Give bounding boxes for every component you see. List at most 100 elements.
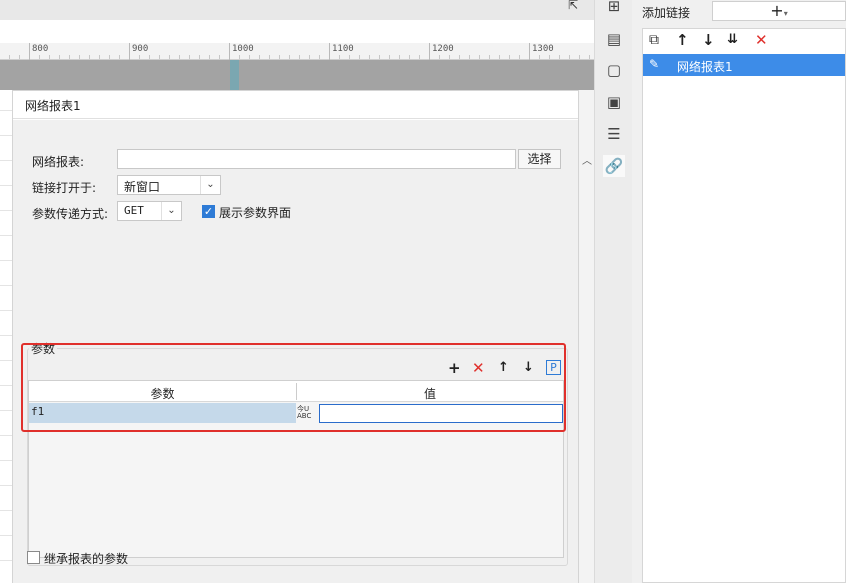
dialog-title-bar: 网络报表1 [13,91,578,119]
ruler-minor-tick [39,55,40,59]
cell-element-icon[interactable]: ⊞ [603,0,625,17]
report-designer: ⇱ 800 900 1000 1100 1200 1300 ︿ 网络报表1 网络… [0,0,594,583]
ruler-minor-tick [109,55,110,59]
param-value-input[interactable] [319,404,563,423]
link-item-label: 网络报表1 [677,60,733,74]
link-list: ⧉ ↑ ↓ ⇊ ✕ ✎ 网络报表1 [642,28,846,583]
params-table: 参数 值 f1 今U ABC [28,380,564,558]
open-in-value: 新窗口 [124,180,161,194]
ruler-minor-tick [269,55,270,59]
value-type-icon[interactable]: 今U ABC [297,403,319,423]
chevron-down-icon: ⌄ [161,202,181,220]
border-icon[interactable]: ▢ [603,59,625,81]
hyperlink-icon[interactable]: 🔗 [603,155,625,177]
ruler-minor-tick [9,55,10,59]
inherit-params-label: 继承报表的参数 [44,552,129,566]
chevron-down-icon: ▾ [783,9,788,18]
ruler-minor-tick [309,55,310,59]
dialog-body: 网络报表: 选择 链接打开于: 新窗口 ⌄ 参数传递方式: GET ⌄ ✓ 展示… [13,120,578,583]
column-marker[interactable] [230,60,239,90]
ruler-label: 900 [132,44,149,54]
grid-left-edge [0,90,12,583]
ruler-minor-tick [359,55,360,59]
designer-top-strip [0,0,594,20]
ruler-minor-tick [369,55,370,59]
ruler-tick [529,43,530,60]
ruler-minor-tick [139,55,140,59]
ruler-minor-tick [579,55,580,59]
ruler-label: 800 [32,44,49,54]
open-in-label: 链接打开于: [32,181,97,195]
select-button[interactable]: 选择 [518,149,561,169]
ruler-minor-tick [589,55,590,59]
show-params-checkbox[interactable]: ✓ [202,205,215,218]
widget-icon[interactable]: ▣ [603,91,625,113]
ruler-minor-tick [479,55,480,59]
vertical-toolbar: ⊞ ▤ ▢ ▣ ☰ 🔗 [594,0,632,583]
ruler-minor-tick [569,55,570,59]
ruler-minor-tick [159,55,160,59]
ruler-minor-tick [149,55,150,59]
move-down-icon[interactable]: ↓ [523,361,534,375]
report-label: 网络报表: [32,155,85,169]
ruler-minor-tick [209,55,210,59]
panel-title: 添加链接 [642,6,691,20]
show-params-label: 展示参数界面 [219,206,292,220]
param-name-cell[interactable]: f1 [29,403,296,423]
ruler-minor-tick [59,55,60,59]
params-group-title: 参数 [29,340,58,357]
ruler-minor-tick [299,55,300,59]
ruler-minor-tick [89,55,90,59]
move-down-icon[interactable]: ↓ [702,32,715,48]
hyperlink-panel: 添加链接 +▾ ⧉ ↑ ↓ ⇊ ✕ ✎ 网络报表1 [632,0,846,583]
ruler-minor-tick [419,55,420,59]
ruler-minor-tick [79,55,80,59]
move-bottom-icon[interactable]: ⇊ [727,32,738,48]
ruler-minor-tick [549,55,550,59]
ruler-label: 1200 [432,44,454,54]
add-link-button[interactable]: +▾ [712,1,846,21]
ruler-minor-tick [459,55,460,59]
move-up-icon[interactable]: ↑ [498,361,509,375]
column-header-value: 值 [423,387,436,401]
ruler-minor-tick [189,55,190,59]
ruler-label: 1000 [232,44,254,54]
copy-icon[interactable]: ⧉ [649,32,659,48]
method-select[interactable]: GET ⌄ [117,201,182,221]
ruler-tick [29,43,30,60]
condition-icon[interactable]: ☰ [603,123,625,145]
ruler-minor-tick [379,55,380,59]
cell-attribute-icon[interactable]: ▤ [603,28,625,50]
ruler-minor-tick [279,55,280,59]
ruler-minor-tick [259,55,260,59]
ruler-minor-tick [349,55,350,59]
table-row[interactable]: f1 今U ABC [29,403,563,423]
column-header-param: 参数 [150,387,175,401]
parameter-icon[interactable]: P [546,360,561,375]
ruler-minor-tick [449,55,450,59]
move-up-icon[interactable]: ↑ [676,32,689,48]
ruler-minor-tick [539,55,540,59]
ruler-tick [229,43,230,60]
ruler-minor-tick [469,55,470,59]
ruler-minor-tick [389,55,390,59]
ruler-minor-tick [439,55,440,59]
scroll-up-icon[interactable]: ︿ [582,152,592,167]
ruler-minor-tick [49,55,50,59]
ruler-minor-tick [19,55,20,59]
params-table-header: 参数 值 [29,381,563,402]
add-icon[interactable]: + [448,361,461,376]
ruler-minor-tick [509,55,510,59]
ruler-minor-tick [199,55,200,59]
ruler-minor-tick [339,55,340,59]
delete-icon[interactable]: ✕ [755,32,768,48]
delete-icon[interactable]: ✕ [472,361,485,376]
report-path-input[interactable] [117,149,516,169]
open-in-select[interactable]: 新窗口 ⌄ [117,175,221,195]
method-value: GET [124,204,144,217]
horizontal-ruler: 800 900 1000 1100 1200 1300 [0,43,594,60]
list-item[interactable]: ✎ 网络报表1 [643,54,845,76]
format-painter-icon[interactable]: ⇱ [568,0,582,11]
ruler-label: 1100 [332,44,354,54]
inherit-params-checkbox[interactable] [27,551,40,564]
